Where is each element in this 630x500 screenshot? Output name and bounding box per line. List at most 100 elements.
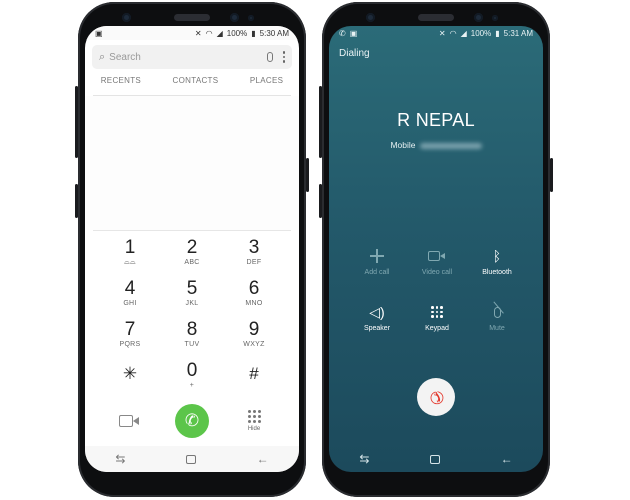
proximity-sensor-icon — [492, 15, 498, 21]
tab-places[interactable]: PLACES — [250, 76, 283, 94]
control-label: Bluetooth — [482, 269, 512, 276]
callee-name: R NEPAL — [397, 110, 475, 130]
keypad-icon — [431, 306, 443, 318]
key-digit: 3 — [248, 237, 260, 258]
recent-apps-icon[interactable]: ⇆ — [115, 452, 125, 466]
back-icon[interactable]: ← — [501, 452, 513, 466]
dialer-screen: ▣ ✕ ◠ ◢ 100% ▮ 5:30 AM ⌕ Search RECENTS … — [85, 26, 299, 472]
mute-button[interactable]: Mute — [467, 302, 527, 358]
control-label: Video call — [421, 269, 453, 276]
control-label: Mute — [489, 325, 505, 332]
video-call-icon[interactable] — [119, 414, 141, 428]
key-digit: 2 — [186, 237, 198, 258]
phone-icon: ✆ — [184, 411, 200, 430]
speaker-icon: ◁) — [369, 303, 385, 320]
status-bar: ✆ ▣ ✕ ◠ ◢ 100% ▮ 5:31 AM — [329, 26, 543, 40]
key-letters: JKL — [185, 300, 199, 307]
key-digit: ✳ — [122, 364, 138, 383]
number-type-label: Mobile — [390, 140, 416, 150]
callee-number-line: Mobile — [329, 140, 543, 150]
signal-icon: ◢ — [216, 28, 223, 38]
key-digit: 8 — [186, 319, 198, 340]
wifi-icon: ◠ — [449, 28, 457, 38]
phone-device-right: ✆ ▣ ✕ ◠ ◢ 100% ▮ 5:31 AM Dialing R NEPAL… — [319, 2, 553, 497]
bixby-button — [319, 184, 322, 218]
call-controls: Add call Video call ᛒ Bluetooth ◁) Speak… — [347, 246, 527, 358]
video-icon — [428, 250, 446, 262]
call-button[interactable]: ✆ — [175, 404, 209, 438]
home-icon[interactable] — [430, 454, 441, 464]
navigation-bar: ⇆ ← — [85, 446, 299, 472]
key-letters: DEF — [246, 259, 262, 266]
speaker-button[interactable]: ◁) Speaker — [347, 302, 407, 358]
microphone-icon[interactable] — [266, 52, 273, 62]
tab-contacts[interactable]: CONTACTS — [173, 76, 219, 94]
recents-list — [85, 96, 299, 230]
front-sensor-icon — [122, 13, 131, 22]
battery-icon: ▮ — [495, 28, 500, 38]
control-label: Keypad — [425, 325, 449, 332]
search-placeholder: Search — [109, 51, 141, 63]
end-call-icon: ✆ — [424, 385, 449, 410]
search-input[interactable]: ⌕ Search — [92, 45, 292, 69]
recent-apps-icon[interactable]: ⇆ — [359, 452, 369, 466]
volume-button — [319, 86, 322, 158]
key-4[interactable]: 4 GHI — [99, 279, 161, 320]
wifi-icon: ◠ — [205, 28, 213, 38]
navigation-bar: ⇆ ← — [329, 446, 543, 472]
key-digit: 0 — [186, 360, 198, 381]
key-letters: PQRS — [119, 341, 141, 348]
key-hash[interactable]: # — [223, 361, 285, 402]
key-9[interactable]: 9 WXYZ — [223, 320, 285, 361]
phone-device-left: ▣ ✕ ◠ ◢ 100% ▮ 5:30 AM ⌕ Search RECENTS … — [75, 2, 309, 497]
status-time: 5:30 AM — [259, 28, 289, 38]
earpiece — [418, 14, 454, 21]
video-call-button[interactable]: Video call — [407, 246, 467, 302]
mute-icon — [493, 306, 501, 318]
keypad-icon — [247, 410, 261, 423]
more-options-icon[interactable] — [282, 51, 285, 63]
bluetooth-icon: ᛒ — [492, 248, 502, 264]
key-2[interactable]: 2 ABC — [161, 238, 223, 279]
key-1[interactable]: 1 ⌓⌓ — [99, 238, 161, 279]
key-0[interactable]: 0 + — [161, 361, 223, 402]
key-digit: 7 — [124, 319, 136, 340]
add-call-button[interactable]: Add call — [347, 246, 407, 302]
hide-keypad-button[interactable]: Hide — [247, 410, 261, 432]
bluetooth-button[interactable]: ᛒ Bluetooth — [467, 246, 527, 302]
volume-button — [75, 86, 78, 158]
bixby-button — [75, 184, 78, 218]
plus-icon — [370, 249, 384, 263]
key-5[interactable]: 5 JKL — [161, 279, 223, 320]
voicemail-icon: ⌓⌓ — [124, 259, 136, 266]
key-digit: 6 — [248, 278, 260, 299]
key-star[interactable]: ✳ — [99, 361, 161, 402]
keypad: 1 ⌓⌓ 2 ABC 3 DEF 4 GHI 5 JKL 6 MNO 7 PQR… — [99, 238, 285, 402]
keypad-button[interactable]: Keypad — [407, 302, 467, 358]
key-7[interactable]: 7 PQRS — [99, 320, 161, 361]
front-camera-icon — [230, 13, 239, 22]
key-letters: WXYZ — [243, 341, 265, 348]
call-state-label: Dialing — [339, 48, 370, 59]
key-3[interactable]: 3 DEF — [223, 238, 285, 279]
in-call-screen: ✆ ▣ ✕ ◠ ◢ 100% ▮ 5:31 AM Dialing R NEPAL… — [329, 26, 543, 472]
front-camera-icon — [474, 13, 483, 22]
key-digit: 5 — [186, 278, 198, 299]
dialer-tabs: RECENTS CONTACTS PLACES — [85, 76, 299, 94]
status-bar: ▣ ✕ ◠ ◢ 100% ▮ 5:30 AM — [85, 26, 299, 40]
front-sensor-icon — [366, 13, 375, 22]
key-8[interactable]: 8 TUV — [161, 320, 223, 361]
back-icon[interactable]: ← — [257, 452, 269, 466]
battery-icon: ▮ — [251, 28, 256, 38]
key-6[interactable]: 6 MNO — [223, 279, 285, 320]
key-digit: 1 — [124, 237, 136, 258]
signal-icon: ◢ — [460, 28, 467, 38]
hide-label: Hide — [247, 426, 261, 432]
home-icon[interactable] — [186, 454, 197, 464]
tab-recents[interactable]: RECENTS — [101, 76, 141, 94]
search-icon: ⌕ — [99, 50, 106, 63]
end-call-button[interactable]: ✆ — [417, 378, 455, 416]
key-digit: # — [249, 364, 259, 383]
key-letters: TUV — [184, 341, 200, 348]
key-letters: + — [189, 382, 195, 389]
